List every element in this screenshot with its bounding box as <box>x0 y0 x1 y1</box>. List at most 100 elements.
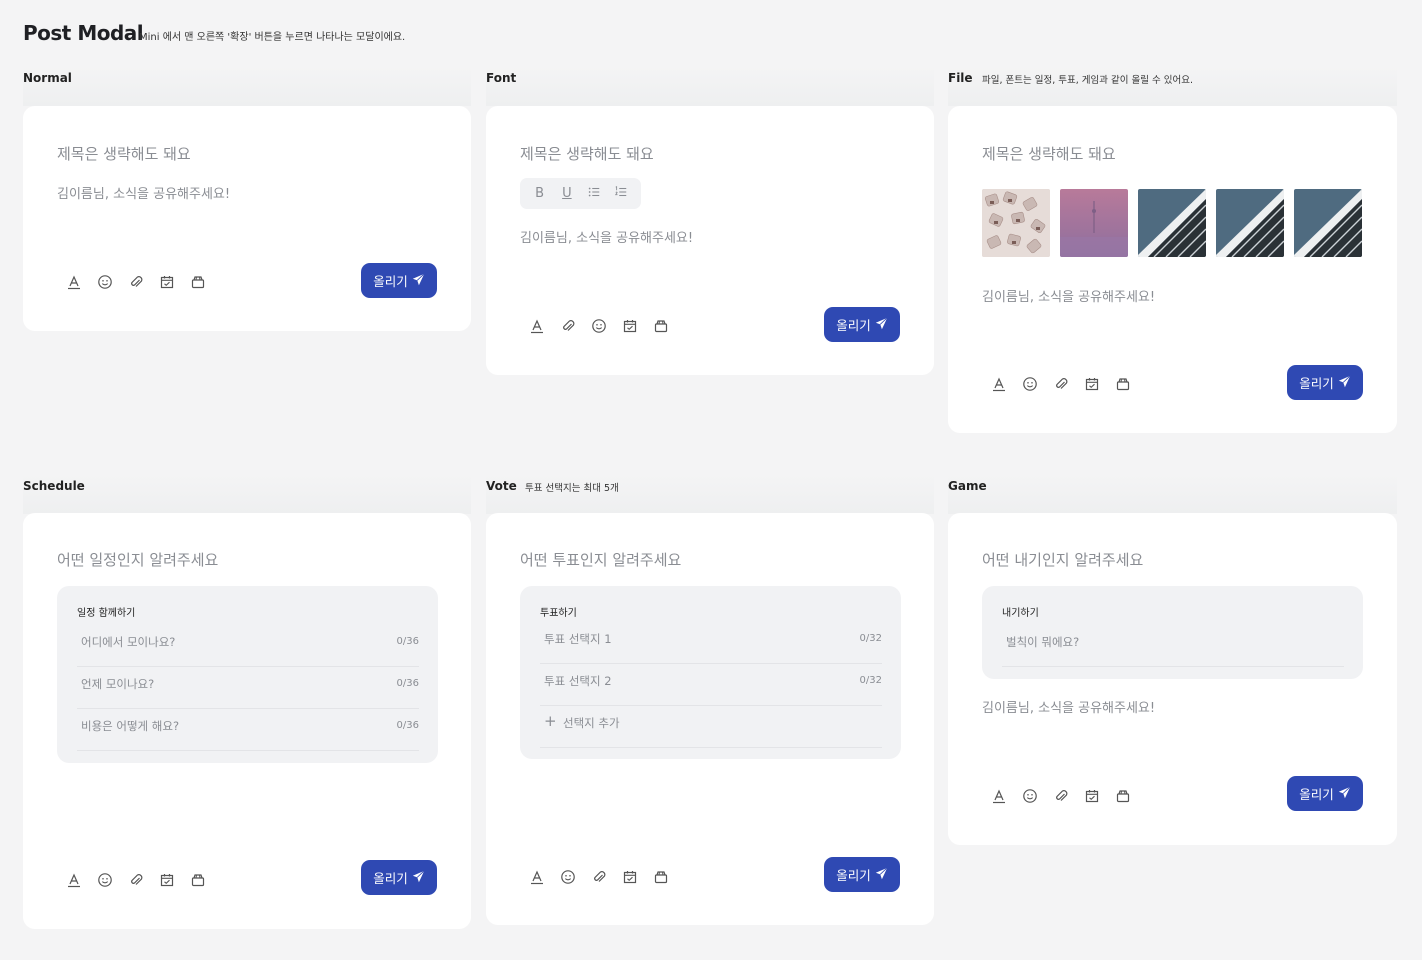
paperclip-icon[interactable] <box>127 273 145 291</box>
char-count: 0/32 <box>859 675 882 686</box>
schedule-field[interactable]: 언제 모이나요? 0/36 <box>77 667 419 709</box>
post-button-label: 올리기 <box>373 274 408 289</box>
post-card-vote: 어떤 투표인지 알려주세요 투표하기 투표 선택지 1 0/32 투표 선택지 … <box>486 513 934 925</box>
building-facade-photo[interactable] <box>1294 189 1362 257</box>
title-input[interactable]: 어떤 일정인지 알려주세요 <box>57 549 218 570</box>
send-icon <box>875 867 888 883</box>
post-button[interactable]: 올리기 <box>824 857 900 892</box>
emoji-icon[interactable] <box>1021 787 1039 805</box>
calendar-check-icon[interactable] <box>621 317 639 335</box>
page-title: Post Modal <box>23 21 144 45</box>
font-icon[interactable] <box>990 787 1008 805</box>
building-facade-photo[interactable] <box>1216 189 1284 257</box>
calendar-check-icon[interactable] <box>158 273 176 291</box>
game-box-icon[interactable] <box>189 871 207 889</box>
building-facade-photo[interactable] <box>1138 189 1206 257</box>
game-box-icon[interactable] <box>1114 375 1132 393</box>
toolbar <box>65 871 207 889</box>
keyboard-keys-photo[interactable] <box>982 189 1050 257</box>
body-input[interactable]: 김이름님, 소식을 공유해주세요! <box>520 227 693 246</box>
numbered-list-icon[interactable] <box>612 185 630 203</box>
post-button-label: 올리기 <box>1299 376 1334 391</box>
post-button[interactable]: 올리기 <box>824 307 900 342</box>
body-input[interactable]: 김이름님, 소식을 공유해주세요! <box>982 286 1155 305</box>
font-icon[interactable] <box>528 317 546 335</box>
toolbar <box>990 787 1132 805</box>
title-input[interactable]: 어떤 내기인지 알려주세요 <box>982 549 1143 570</box>
body-input[interactable]: 김이름님, 소식을 공유해주세요! <box>982 697 1155 716</box>
field-placeholder: 벌칙이 뭐에요? <box>1006 635 1080 649</box>
panel-title: 일정 함께하기 <box>77 608 136 619</box>
toolbar <box>528 868 670 886</box>
emoji-icon[interactable] <box>96 871 114 889</box>
toolbar <box>990 375 1132 393</box>
post-button[interactable]: 올리기 <box>1287 776 1363 811</box>
body-input[interactable]: 김이름님, 소식을 공유해주세요! <box>57 183 230 202</box>
game-box-icon[interactable] <box>652 317 670 335</box>
pink-haze-photo[interactable] <box>1060 189 1128 257</box>
char-count: 0/36 <box>396 636 419 647</box>
calendar-check-icon[interactable] <box>158 871 176 889</box>
post-card-game: 어떤 내기인지 알려주세요 내기하기 벌칙이 뭐에요? 김이름님, 소식을 공유… <box>948 513 1397 845</box>
paperclip-icon[interactable] <box>1052 375 1070 393</box>
section-label-game: Game <box>948 479 987 493</box>
format-toolbar: B U <box>520 178 641 209</box>
section-label-normal: Normal <box>23 71 72 85</box>
title-input[interactable]: 제목은 생략해도 돼요 <box>982 143 1116 164</box>
section-note-vote: 투표 선택지는 최대 5개 <box>525 483 619 494</box>
schedule-field[interactable]: 어디에서 모이나요? 0/36 <box>77 625 419 667</box>
game-box-icon[interactable] <box>189 273 207 291</box>
post-button-label: 올리기 <box>1299 787 1334 802</box>
vote-option[interactable]: 투표 선택지 1 0/32 <box>540 622 882 664</box>
calendar-check-icon[interactable] <box>1083 375 1101 393</box>
paperclip-icon[interactable] <box>559 317 577 335</box>
send-icon <box>412 870 425 886</box>
paperclip-icon[interactable] <box>127 871 145 889</box>
post-button[interactable]: 올리기 <box>361 860 437 895</box>
section-label-file: File <box>948 71 973 85</box>
post-card-normal: 제목은 생략해도 돼요 김이름님, 소식을 공유해주세요! 올리기 <box>23 106 471 331</box>
page-subtitle: Mini 에서 맨 오른쪽 '확장' 버튼을 누르면 나타나는 모달이에요. <box>139 32 406 43</box>
emoji-icon[interactable] <box>559 868 577 886</box>
toolbar <box>65 273 207 291</box>
title-input[interactable]: 어떤 투표인지 알려주세요 <box>520 549 681 570</box>
section-label-schedule: Schedule <box>23 479 85 493</box>
emoji-icon[interactable] <box>96 273 114 291</box>
send-icon <box>1338 375 1351 391</box>
calendar-check-icon[interactable] <box>621 868 639 886</box>
bold-button[interactable]: B <box>531 186 549 201</box>
section-note-file: 파일, 폰트는 일정, 투표, 게임과 같이 올릴 수 있어요. <box>982 75 1194 86</box>
bullet-list-icon[interactable] <box>585 185 603 203</box>
emoji-icon[interactable] <box>1021 375 1039 393</box>
add-option-button[interactable]: + 선택지 추가 <box>540 706 882 748</box>
char-count: 0/32 <box>859 633 882 644</box>
vote-option[interactable]: 투표 선택지 2 0/32 <box>540 664 882 706</box>
title-input[interactable]: 제목은 생략해도 돼요 <box>520 143 654 164</box>
game-box-icon[interactable] <box>652 868 670 886</box>
penalty-field[interactable]: 벌칙이 뭐에요? <box>1002 625 1344 667</box>
font-icon[interactable] <box>65 273 83 291</box>
post-button-label: 올리기 <box>836 868 871 883</box>
add-option-label: 선택지 추가 <box>563 716 620 730</box>
game-box-icon[interactable] <box>1114 787 1132 805</box>
section-label-font: Font <box>486 71 517 85</box>
panel-title: 투표하기 <box>540 608 577 619</box>
font-icon[interactable] <box>65 871 83 889</box>
emoji-icon[interactable] <box>590 317 608 335</box>
font-icon[interactable] <box>990 375 1008 393</box>
underline-button[interactable]: U <box>558 186 576 201</box>
game-panel: 내기하기 벌칙이 뭐에요? <box>982 586 1363 679</box>
plus-icon: + <box>544 712 557 730</box>
option-placeholder: 투표 선택지 2 <box>544 674 612 688</box>
post-card-file: 제목은 생략해도 돼요 김이름님, 소식을 공유해주세요! 올리기 <box>948 106 1397 433</box>
title-input[interactable]: 제목은 생략해도 돼요 <box>57 143 191 164</box>
paperclip-icon[interactable] <box>590 868 608 886</box>
post-button[interactable]: 올리기 <box>361 263 437 298</box>
font-icon[interactable] <box>528 868 546 886</box>
field-placeholder: 언제 모이나요? <box>81 677 155 691</box>
char-count: 0/36 <box>396 678 419 689</box>
schedule-field[interactable]: 비용은 어떻게 해요? 0/36 <box>77 709 419 751</box>
calendar-check-icon[interactable] <box>1083 787 1101 805</box>
post-button[interactable]: 올리기 <box>1287 365 1363 400</box>
paperclip-icon[interactable] <box>1052 787 1070 805</box>
